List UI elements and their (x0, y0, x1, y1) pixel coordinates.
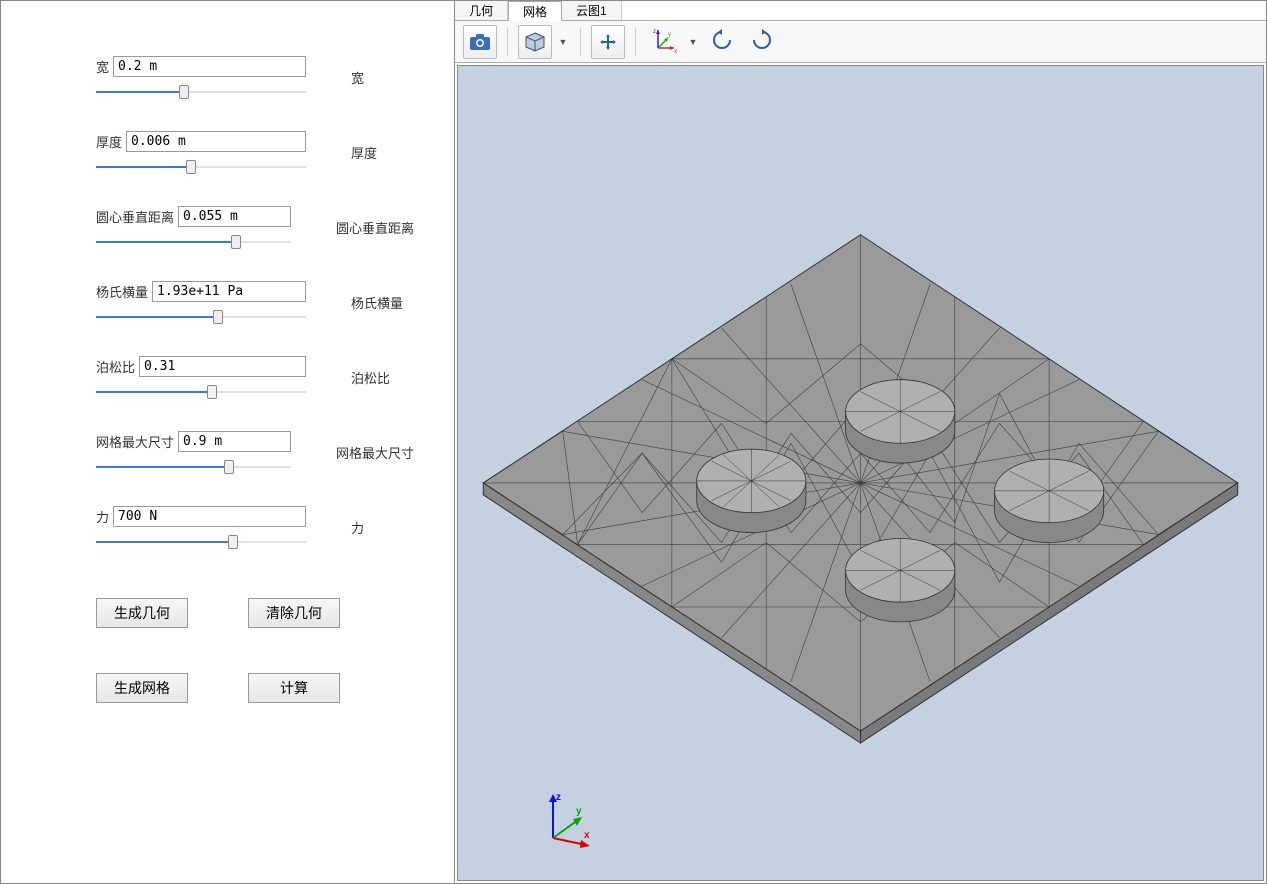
param-row-width: 宽 宽 (96, 56, 414, 123)
svg-text:z: z (556, 792, 561, 803)
svg-text:z: z (653, 29, 656, 35)
param-row-poisson: 泊松比 泊松比 (96, 356, 414, 423)
label-circledist-right: 圆心垂直距离 (336, 218, 414, 237)
param-row-circledist: 圆心垂直距离 圆心垂直距离 (96, 206, 414, 273)
rotate-cw-button[interactable] (744, 28, 780, 55)
app-container: 宽 宽 厚度 厚度 (1, 1, 1266, 883)
pan-button[interactable] (591, 25, 625, 59)
camera-icon (469, 33, 491, 51)
label-youngs-right: 杨氏横量 (351, 293, 403, 312)
tabs: 几何 网格 云图1 (455, 1, 1266, 21)
svg-text:x: x (584, 830, 590, 841)
move-icon (598, 32, 618, 52)
input-youngs[interactable] (152, 281, 306, 302)
label-width-right: 宽 (351, 68, 364, 87)
slider-meshsize[interactable] (96, 458, 291, 478)
gen-mesh-button[interactable]: 生成网格 (96, 673, 188, 703)
left-panel: 宽 宽 厚度 厚度 (1, 1, 455, 883)
xyz-axis-icon: x y z (650, 26, 678, 54)
svg-text:x: x (674, 49, 677, 54)
slider-circledist[interactable] (96, 233, 291, 253)
param-row-thickness: 厚度 厚度 (96, 131, 414, 198)
input-force[interactable] (113, 506, 306, 527)
separator (635, 28, 636, 56)
tab-geometry[interactable]: 几何 (455, 1, 508, 20)
rotate-cw-icon (750, 28, 774, 52)
cube-dropdown[interactable]: ▼ (556, 25, 570, 59)
label-force: 力 (96, 507, 109, 526)
rotate-ccw-button[interactable] (704, 28, 740, 55)
right-panel: 几何 网格 云图1 ▼ x (455, 1, 1266, 883)
3d-viewport[interactable]: z y x (457, 65, 1264, 881)
separator (580, 28, 581, 56)
label-force-right: 力 (351, 518, 364, 537)
slider-thickness[interactable] (96, 158, 306, 178)
slider-youngs[interactable] (96, 308, 306, 328)
label-youngs: 杨氏横量 (96, 282, 148, 301)
slider-width[interactable] (96, 83, 306, 103)
input-thickness[interactable] (126, 131, 306, 152)
label-width: 宽 (96, 57, 109, 76)
input-meshsize[interactable] (178, 431, 291, 452)
rotate-ccw-icon (710, 28, 734, 52)
svg-text:y: y (576, 806, 582, 817)
xyz-gizmo-icon: z y x (538, 790, 598, 850)
axis-mini[interactable]: x y z (646, 26, 682, 57)
axis-dropdown[interactable]: ▼ (686, 25, 700, 59)
viewport-toolbar: ▼ x y z ▼ (455, 21, 1266, 63)
mesh-scene (458, 66, 1263, 880)
svg-text:y: y (668, 32, 671, 38)
label-meshsize: 网格最大尺寸 (96, 432, 174, 451)
label-poisson: 泊松比 (96, 357, 135, 376)
cube-icon (524, 31, 546, 53)
label-circledist: 圆心垂直距离 (96, 207, 174, 226)
input-poisson[interactable] (139, 356, 306, 377)
snapshot-button[interactable] (463, 25, 497, 59)
label-meshsize-right: 网格最大尺寸 (336, 443, 414, 462)
label-thickness-right: 厚度 (351, 143, 377, 162)
axis-gizmo: z y x (538, 790, 598, 850)
gen-geometry-button[interactable]: 生成几何 (96, 598, 188, 628)
input-width[interactable] (113, 56, 306, 77)
compute-button[interactable]: 计算 (248, 673, 340, 703)
slider-poisson[interactable] (96, 383, 306, 403)
separator (507, 28, 508, 56)
tab-contour1[interactable]: 云图1 (562, 1, 622, 20)
param-row-youngs: 杨氏横量 杨氏横量 (96, 281, 414, 348)
input-circledist[interactable] (178, 206, 291, 227)
tab-mesh[interactable]: 网格 (508, 1, 562, 21)
clear-geometry-button[interactable]: 清除几何 (248, 598, 340, 628)
slider-force[interactable] (96, 533, 306, 553)
label-poisson-right: 泊松比 (351, 368, 390, 387)
param-row-force: 力 力 (96, 506, 414, 573)
cube-view-button[interactable] (518, 25, 552, 59)
label-thickness: 厚度 (96, 132, 122, 151)
param-row-meshsize: 网格最大尺寸 网格最大尺寸 (96, 431, 414, 498)
